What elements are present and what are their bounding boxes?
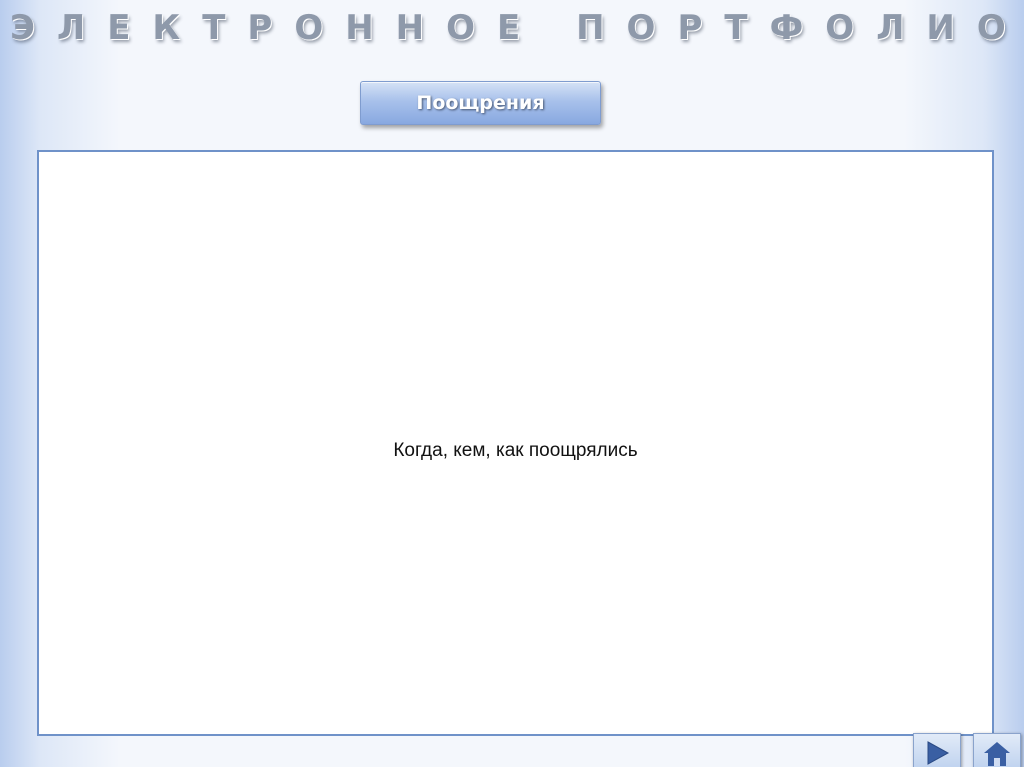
section-button-label: Поощрения [416,92,545,114]
section-button-rewards[interactable]: Поощрения [360,81,601,125]
content-panel: Когда, кем, как поощрялись [37,150,994,736]
home-button[interactable] [973,733,1021,767]
play-arrow-icon [927,741,950,765]
content-text: Когда, кем, как поощрялись [393,440,638,461]
page-title: ЭЛЕКТРОННОЕ ПОРТФОЛИО [10,8,1024,48]
next-slide-button[interactable] [913,733,961,767]
home-icon [984,742,1010,766]
